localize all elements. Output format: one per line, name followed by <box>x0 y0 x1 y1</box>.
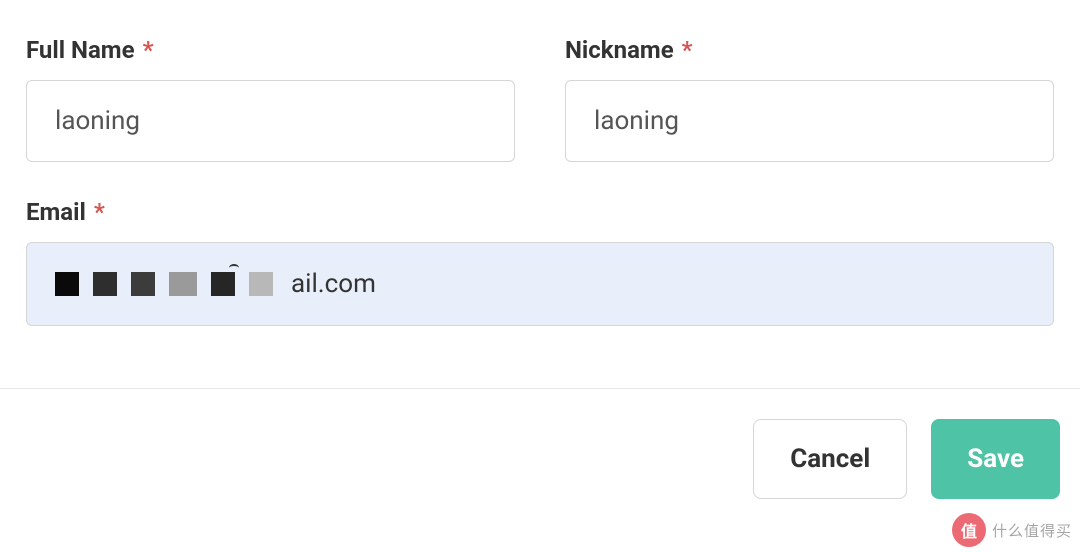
email-label-text: Email <box>26 198 86 226</box>
redacted-block <box>169 272 197 296</box>
full-name-label: Full Name * <box>26 36 515 64</box>
email-suffix: ail.com <box>291 269 376 299</box>
watermark-badge: 值 <box>952 513 986 547</box>
save-button[interactable]: Save <box>931 419 1060 499</box>
watermark-text: 什么值得买 <box>992 520 1072 541</box>
button-row: Cancel Save <box>0 389 1080 499</box>
email-display[interactable]: ail.com <box>26 242 1054 326</box>
redacted-block <box>55 272 79 296</box>
full-name-input[interactable] <box>26 80 515 162</box>
redacted-email-prefix <box>55 272 273 296</box>
nickname-label: Nickname * <box>565 36 1054 64</box>
cancel-button[interactable]: Cancel <box>753 419 907 499</box>
required-asterisk: * <box>94 198 105 226</box>
email-group: Email * ail.com <box>26 198 1054 326</box>
nickname-group: Nickname * <box>565 36 1054 162</box>
required-asterisk: * <box>682 36 693 64</box>
profile-form: Full Name * Nickname * Email * <box>0 0 1080 326</box>
redacted-block <box>93 272 117 296</box>
watermark: 值 什么值得买 <box>952 513 1072 547</box>
full-name-label-text: Full Name <box>26 36 135 64</box>
nickname-input[interactable] <box>565 80 1054 162</box>
full-name-group: Full Name * <box>26 36 515 162</box>
nickname-label-text: Nickname <box>565 36 674 64</box>
redacted-block <box>131 272 155 296</box>
email-label: Email * <box>26 198 1054 226</box>
redacted-block <box>211 272 235 296</box>
redacted-block <box>249 272 273 296</box>
form-row-top: Full Name * Nickname * <box>26 36 1054 162</box>
required-asterisk: * <box>143 36 154 64</box>
